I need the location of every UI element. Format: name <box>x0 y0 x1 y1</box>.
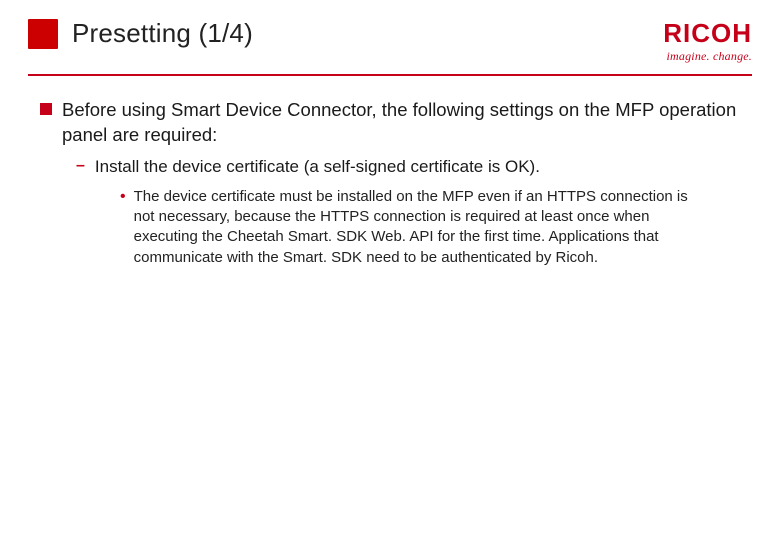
logo: RICOH imagine. change. <box>663 18 752 64</box>
title-wrap: Presetting (1/4) <box>28 18 253 49</box>
bullet-level-3-text: The device certificate must be installed… <box>134 187 704 268</box>
content: Before using Smart Device Connector, the… <box>0 86 780 268</box>
dot-bullet-icon: • <box>120 187 126 268</box>
bullet-level-1-text: Before using Smart Device Connector, the… <box>62 98 740 148</box>
square-bullet-icon <box>40 103 52 115</box>
bullet-level-1: Before using Smart Device Connector, the… <box>40 98 740 148</box>
slide: Presetting (1/4) RICOH imagine. change. … <box>0 0 780 540</box>
bullet-level-2-text: Install the device certificate (a self-s… <box>95 156 540 179</box>
header-row: Presetting (1/4) RICOH imagine. change. <box>0 0 780 70</box>
bullet-level-3: • The device certificate must be install… <box>120 187 740 268</box>
dash-bullet-icon: – <box>76 157 85 179</box>
bullet-level-2: – Install the device certificate (a self… <box>76 156 740 179</box>
header-rule <box>28 74 752 76</box>
logo-tagline: imagine. change. <box>666 49 752 64</box>
logo-text: RICOH <box>663 20 752 46</box>
page-title: Presetting (1/4) <box>72 18 253 49</box>
title-square-icon <box>28 19 58 49</box>
